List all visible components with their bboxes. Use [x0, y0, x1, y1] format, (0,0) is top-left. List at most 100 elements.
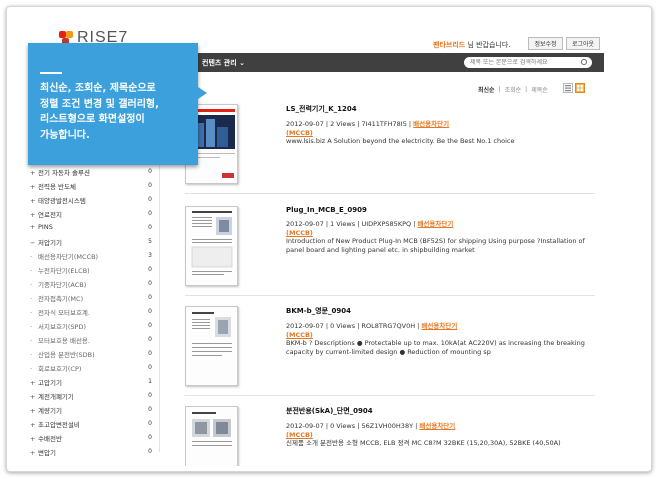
- document-category-link[interactable]: 배선용차단기: [419, 422, 455, 430]
- sort-divider: |: [525, 86, 528, 93]
- document-category-tag[interactable]: (MCCB): [286, 431, 595, 439]
- gallery-view-button[interactable]: [575, 83, 585, 93]
- category-count: 0: [148, 336, 152, 343]
- category-item[interactable]: + 변압기: [30, 447, 56, 457]
- category-item[interactable]: − 저압기기: [30, 237, 62, 247]
- list-view-button[interactable]: [563, 83, 573, 93]
- callout-accent-bar: [40, 72, 62, 74]
- document-title[interactable]: BKM-b_영문_0904: [286, 306, 596, 316]
- sort-latest[interactable]: 최신순: [478, 85, 495, 94]
- category-count: 0: [148, 364, 152, 371]
- row-divider: [185, 395, 595, 396]
- category-count: 0: [148, 224, 152, 231]
- document-thumbnail[interactable]: [185, 406, 238, 466]
- category-count: 0: [148, 392, 152, 399]
- document-info: 분전반용(SkA)_단면_0904 2012-09-07 | 0 Views |…: [286, 406, 595, 448]
- subcategory-item[interactable]: · 전자식 모터보호계.: [30, 307, 90, 317]
- category-item[interactable]: + 태양광발전시스템: [30, 195, 86, 205]
- document-code: ROL8TRG7QV0H: [361, 322, 416, 330]
- document-meta: 2012-09-07 | 0 Views | 56Z1VH00H38Y | 배선…: [286, 422, 456, 430]
- document-title[interactable]: LS_전력기기_K_1204: [286, 104, 596, 114]
- document-thumbnail[interactable]: [185, 306, 238, 386]
- category-count: 0: [148, 406, 152, 413]
- subcategory-item[interactable]: · 산업용 분전반(SDB): [30, 349, 95, 359]
- search-input[interactable]: [470, 59, 570, 66]
- document-card[interactable]: 분전반용(SkA)_단면_0904 2012-09-07 | 0 Views |…: [185, 406, 595, 466]
- search-icon[interactable]: [581, 59, 587, 65]
- category-count: 0: [148, 294, 152, 301]
- document-date: 2012-09-07: [286, 220, 324, 228]
- document-info: Plug_In_MCB_E_0909 2012-09-07 | 1 Views …: [286, 206, 596, 255]
- category-item[interactable]: + 수배전반: [30, 433, 62, 443]
- thumbnail-image: [186, 207, 237, 285]
- row-divider: [185, 295, 595, 296]
- document-views: 0 Views: [330, 322, 356, 330]
- logout-button[interactable]: 로그아웃: [566, 37, 600, 50]
- category-count: 5: [148, 238, 152, 245]
- document-meta: 2012-09-07 | 1 Views | UIDPXPS85KPQ | 배선…: [286, 220, 454, 228]
- document-date: 2012-09-07: [286, 120, 324, 128]
- document-category-tag[interactable]: (MCCB): [286, 229, 596, 237]
- category-item[interactable]: + 전기 자동차 솔루션: [30, 167, 90, 177]
- subcategory-item[interactable]: · 회로보호기(CP): [30, 363, 81, 373]
- document-category-link[interactable]: 배선용차단기: [421, 322, 457, 330]
- document-category-link[interactable]: 배선용차단기: [417, 220, 453, 228]
- list-icon: [565, 85, 571, 92]
- sort-divider: |: [498, 86, 501, 93]
- row-divider: [185, 193, 595, 194]
- category-item[interactable]: + PINS: [30, 223, 53, 231]
- sort-views[interactable]: 조회순: [505, 85, 522, 94]
- document-category-tag[interactable]: (MCCB): [286, 129, 596, 137]
- document-description: Introduction of New Product Plug-In MCB …: [286, 237, 585, 254]
- document-views: 0 Views: [330, 422, 356, 430]
- feature-callout: 최신순, 조회순, 제목순으로 정렬 조건 변경 및 갤러리형, 리스트형으로 …: [28, 43, 198, 165]
- category-count: 0: [148, 266, 152, 273]
- category-count: 0: [148, 308, 152, 315]
- subcategory-item[interactable]: · 누전차단기(ELCB): [30, 265, 90, 275]
- category-count: 0: [148, 350, 152, 357]
- document-thumbnail[interactable]: [185, 206, 238, 286]
- search-field[interactable]: [464, 57, 592, 68]
- document-meta: 2012-09-07 | 0 Views | ROL8TRG7QV0H | 배선…: [286, 322, 458, 330]
- document-title[interactable]: 분전반용(SkA)_단면_0904: [286, 406, 595, 416]
- document-category-tag[interactable]: (MCCB): [286, 331, 596, 339]
- subcategory-item[interactable]: · 모터보호용 배선용.: [30, 335, 90, 345]
- document-meta: 2012-09-07 | 2 Views | 7I411TFH78I5 | 배선…: [286, 120, 450, 128]
- subcategory-item[interactable]: · 전자접촉기(MC): [30, 293, 83, 303]
- category-count: 0: [148, 322, 152, 329]
- category-count: 0: [148, 210, 152, 217]
- category-item[interactable]: + 계량기기: [30, 405, 62, 415]
- category-item[interactable]: + 초고압변전설비: [30, 419, 80, 429]
- subcategory-item[interactable]: · 배선용차단기(MCCB): [30, 251, 98, 261]
- subcategory-item[interactable]: · 기중차단기(ACB): [30, 279, 86, 289]
- document-views: 2 Views: [330, 120, 356, 128]
- document-code: UIDPXPS85KPQ: [361, 220, 412, 228]
- category-item[interactable]: + 연료전지: [30, 209, 62, 219]
- document-info: BKM-b_영문_0904 2012-09-07 | 0 Views | ROL…: [286, 306, 596, 357]
- category-count: 0: [148, 196, 152, 203]
- view-toggle: [563, 83, 585, 93]
- document-description: BKM-b ? Descriptions ● Protectable up to…: [286, 339, 585, 356]
- document-category-link[interactable]: 배선용차단기: [413, 120, 449, 128]
- callout-text: 최신순, 조회순, 제목순으로 정렬 조건 변경 및 갤러리형, 리스트형으로 …: [40, 83, 159, 141]
- category-item[interactable]: + 계전개폐기기: [30, 391, 74, 401]
- content-management-menu[interactable]: 컨텐츠 관리 ⌄: [202, 58, 245, 68]
- category-count: 0: [148, 448, 152, 455]
- document-views: 1 Views: [330, 220, 356, 228]
- category-item[interactable]: + 전력용 반도체: [30, 181, 76, 191]
- document-description: 신제품 소개 분전반용 소형 MCCB, ELB 정격 MC C8?M 32BK…: [286, 439, 561, 447]
- document-code: 7I411TFH78I5: [361, 120, 407, 128]
- user-name: 팬타브리드: [433, 41, 466, 49]
- category-count: 0: [148, 434, 152, 441]
- subcategory-item[interactable]: · 서지보호기(SPD): [30, 321, 86, 331]
- document-title[interactable]: Plug_In_MCB_E_0909: [286, 206, 596, 214]
- category-count: 1: [148, 378, 152, 385]
- sort-title[interactable]: 제목순: [531, 85, 548, 94]
- grid-icon: [577, 85, 583, 91]
- document-date: 2012-09-07: [286, 322, 324, 330]
- greeting-text: 님 반갑습니다.: [465, 41, 511, 49]
- document-code: 56Z1VH00H38Y: [361, 422, 414, 430]
- callout-pointer: [198, 87, 207, 99]
- profile-edit-button[interactable]: 정보수정: [528, 37, 563, 50]
- category-item[interactable]: + 고압기기: [30, 377, 62, 387]
